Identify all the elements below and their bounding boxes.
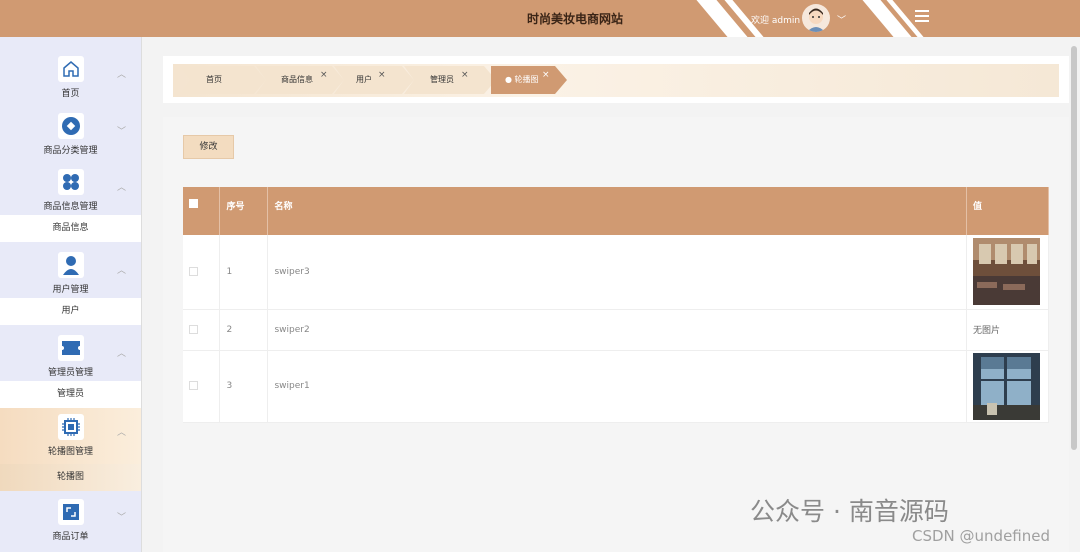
chip-icon bbox=[58, 414, 84, 440]
sidebar-item-label: 管理员管理 bbox=[47, 368, 93, 378]
sidebar-item-label: 商品信息管理 bbox=[43, 202, 98, 212]
table-header-row: 序号 名称 值 bbox=[183, 187, 1050, 235]
sidebar-item-goods[interactable]: 商品信息管理 ︿ bbox=[0, 163, 141, 219]
tab-label: 管理员 bbox=[430, 75, 454, 84]
select-all-header bbox=[183, 187, 221, 235]
watermark-text: 公众号 · 南音源码 bbox=[750, 497, 949, 526]
table-row[interactable]: 2 swiper2 无图片 bbox=[183, 309, 1050, 351]
index-cell: 3 bbox=[219, 350, 269, 423]
avatar[interactable] bbox=[802, 4, 830, 32]
value-cell bbox=[966, 235, 1050, 310]
name-cell: swiper3 bbox=[267, 235, 967, 310]
chevron-down-icon[interactable]: ﹀ bbox=[837, 13, 846, 26]
row-checkbox[interactable] bbox=[189, 266, 198, 276]
sidebar-subitem-goods-info[interactable]: 商品信息 bbox=[0, 215, 141, 242]
tab-admins[interactable]: 管理员 × bbox=[404, 66, 496, 94]
ticket-icon bbox=[58, 335, 84, 361]
menu-toggle-icon[interactable] bbox=[915, 10, 929, 24]
tab-label: 首页 bbox=[206, 75, 222, 84]
name-cell: swiper1 bbox=[267, 350, 967, 423]
scrollbar[interactable] bbox=[1071, 46, 1077, 450]
column-header[interactable]: 序号 bbox=[219, 187, 269, 235]
sidebar-item-label: 轮播图管理 bbox=[47, 447, 93, 457]
chevron-up-icon: ︿ bbox=[117, 183, 127, 193]
sidebar-item-label: 商品分类管理 bbox=[43, 146, 98, 156]
chevron-up-icon: ︿ bbox=[117, 349, 127, 359]
top-header: 时尚美妆电商网站 欢迎 admin ﹀ bbox=[0, 0, 1080, 37]
welcome-text: 欢迎 admin bbox=[751, 16, 801, 26]
sidebar-item-label: 用户管理 bbox=[52, 285, 89, 295]
carousel-thumbnail bbox=[972, 352, 1040, 420]
category-icon bbox=[58, 113, 84, 139]
table-row[interactable]: 1 swiper3 bbox=[183, 235, 1050, 310]
row-checkbox-cell bbox=[183, 350, 221, 423]
sidebar-item-label: 首页 bbox=[61, 89, 80, 99]
image-icon bbox=[58, 499, 84, 525]
grid-icon bbox=[58, 169, 84, 195]
row-checkbox-cell bbox=[183, 309, 221, 351]
sidebar-item-carousel[interactable]: 轮播图管理 ︿ bbox=[0, 408, 141, 464]
sidebar-item-users[interactable]: 用户管理 ︿ bbox=[0, 246, 141, 302]
row-checkbox[interactable] bbox=[189, 324, 198, 334]
watermark-subtext: CSDN @undefined bbox=[912, 527, 1051, 545]
row-checkbox[interactable] bbox=[189, 381, 198, 390]
tab-label: ● 轮播图 bbox=[505, 75, 539, 84]
sidebar-item-label: 商品订单 bbox=[52, 532, 89, 542]
select-all-checkbox[interactable] bbox=[189, 199, 198, 208]
chevron-down-icon: ﹀ bbox=[117, 513, 127, 523]
row-checkbox-cell bbox=[183, 235, 221, 310]
column-header[interactable]: 值 bbox=[966, 187, 1050, 235]
index-cell: 1 bbox=[219, 235, 269, 310]
table-row[interactable]: 3 swiper1 bbox=[183, 350, 1050, 423]
sidebar-item-home[interactable]: 首页 ︿ bbox=[0, 50, 141, 106]
sidebar-item-orders[interactable]: 商品订单 ﹀ bbox=[0, 493, 141, 549]
index-cell: 2 bbox=[219, 309, 269, 351]
carousel-table: 序号 名称 值 1 swiper3 2 swiper2 无图片 3 swiper… bbox=[183, 187, 1050, 423]
sidebar-subitem-carousel[interactable]: 轮播图 bbox=[0, 464, 141, 491]
chevron-up-icon: ︿ bbox=[117, 428, 127, 438]
column-header[interactable]: 名称 bbox=[267, 187, 967, 235]
edit-button[interactable]: 修改 bbox=[183, 135, 234, 159]
name-cell: swiper2 bbox=[267, 309, 967, 351]
home-icon bbox=[58, 56, 84, 82]
sidebar-item-category[interactable]: 商品分类管理 ﹀ bbox=[0, 107, 141, 163]
value-cell bbox=[966, 350, 1050, 423]
user-icon bbox=[58, 252, 84, 278]
chevron-up-icon: ︿ bbox=[117, 266, 127, 276]
chevron-up-icon: ︿ bbox=[117, 70, 127, 80]
sidebar-subitem-user[interactable]: 用户 bbox=[0, 298, 141, 325]
tab-users[interactable]: 用户 × bbox=[334, 66, 414, 94]
tab-label: 用户 bbox=[356, 75, 372, 84]
tab-home[interactable]: 首页 bbox=[180, 66, 266, 94]
tab-goods-info[interactable]: 商品信息 × bbox=[256, 66, 344, 94]
site-title: 时尚美妆电商网站 bbox=[526, 12, 623, 26]
value-cell: 无图片 bbox=[966, 309, 1050, 351]
carousel-thumbnail bbox=[972, 238, 1040, 306]
sidebar-item-admins[interactable]: 管理员管理 ︿ bbox=[0, 329, 141, 385]
chevron-down-icon: ﹀ bbox=[117, 127, 127, 137]
tab-carousel[interactable]: ● 轮播图 × bbox=[491, 66, 567, 94]
sidebar-subitem-admin[interactable]: 管理员 bbox=[0, 381, 141, 408]
tab-label: 商品信息 bbox=[281, 75, 313, 84]
